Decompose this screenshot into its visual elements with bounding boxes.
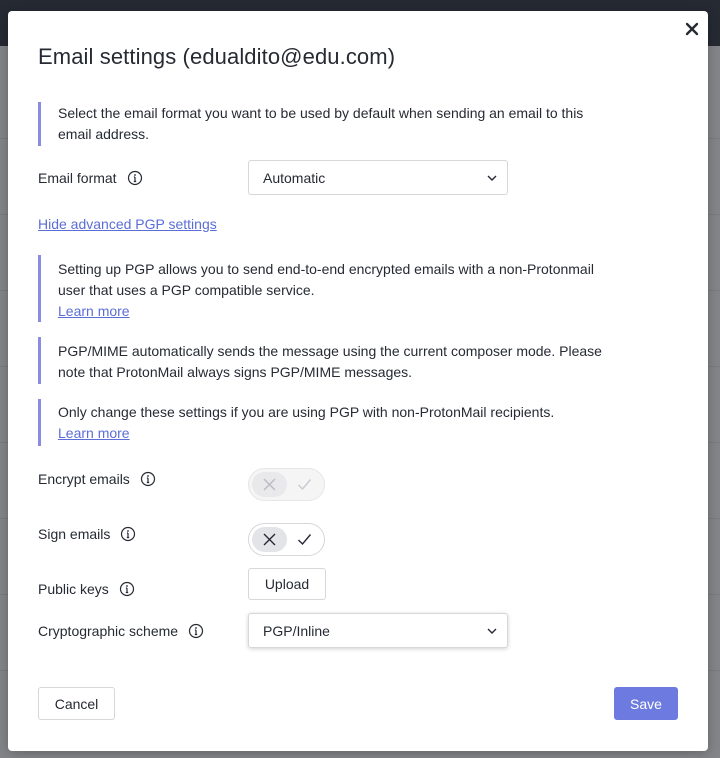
encrypt-emails-label-row: Encrypt emails	[38, 471, 156, 487]
sign-emails-toggle[interactable]	[248, 523, 325, 556]
learn-more-link[interactable]: Learn more	[58, 303, 130, 319]
cryptographic-scheme-select[interactable]: PGP/Inline	[248, 613, 508, 648]
pgp-info-1-text: Setting up PGP allows you to send end-to…	[58, 261, 594, 298]
info-icon[interactable]	[120, 526, 136, 542]
close-icon	[685, 22, 699, 36]
learn-more-link[interactable]: Learn more	[58, 425, 130, 441]
modal-title: Email settings (edualdito@edu.com)	[38, 44, 396, 69]
email-settings-modal: Email settings (edualdito@edu.com) Selec…	[8, 11, 708, 751]
public-keys-label: Public keys	[38, 581, 109, 597]
pgp-info-3-text: Only change these settings if you are us…	[58, 404, 555, 420]
info-icon[interactable]	[140, 471, 156, 487]
pgp-info-block-3: Only change these settings if you are us…	[38, 399, 608, 446]
email-format-label: Email format	[38, 170, 117, 186]
hide-advanced-pgp-link[interactable]: Hide advanced PGP settings	[38, 216, 217, 232]
info-icon[interactable]	[188, 623, 204, 639]
cross-icon	[263, 533, 276, 546]
chevron-down-icon	[487, 628, 497, 634]
cross-icon	[263, 478, 276, 491]
close-button[interactable]	[680, 17, 704, 41]
chevron-down-icon	[487, 175, 497, 181]
email-format-value: Automatic	[263, 169, 326, 186]
public-keys-label-row: Public keys	[38, 581, 135, 597]
sign-emails-label-row: Sign emails	[38, 526, 136, 542]
checkmark-icon	[298, 534, 312, 546]
save-button[interactable]: Save	[614, 687, 678, 720]
sign-emails-label: Sign emails	[38, 526, 111, 542]
info-icon[interactable]	[119, 581, 135, 597]
cryptographic-scheme-label-row: Cryptographic scheme	[38, 623, 204, 639]
format-info-block: Select the email format you want to be u…	[38, 102, 608, 146]
info-icon[interactable]	[127, 170, 143, 186]
pgp-info-block-1: Setting up PGP allows you to send end-to…	[38, 255, 608, 322]
pgp-info-2-text: PGP/MIME automatically sends the message…	[58, 343, 602, 380]
checkmark-icon	[298, 479, 312, 491]
format-info-text: Select the email format you want to be u…	[58, 105, 584, 142]
pgp-info-block-2: PGP/MIME automatically sends the message…	[38, 337, 608, 384]
email-format-label-row: Email format	[38, 170, 143, 186]
cancel-button[interactable]: Cancel	[38, 687, 115, 720]
cryptographic-scheme-value: PGP/Inline	[263, 622, 330, 639]
encrypt-emails-label: Encrypt emails	[38, 471, 130, 487]
upload-button[interactable]: Upload	[248, 568, 326, 600]
cryptographic-scheme-label: Cryptographic scheme	[38, 623, 179, 639]
email-format-select[interactable]: Automatic	[248, 160, 508, 195]
encrypt-emails-toggle[interactable]	[248, 468, 325, 501]
